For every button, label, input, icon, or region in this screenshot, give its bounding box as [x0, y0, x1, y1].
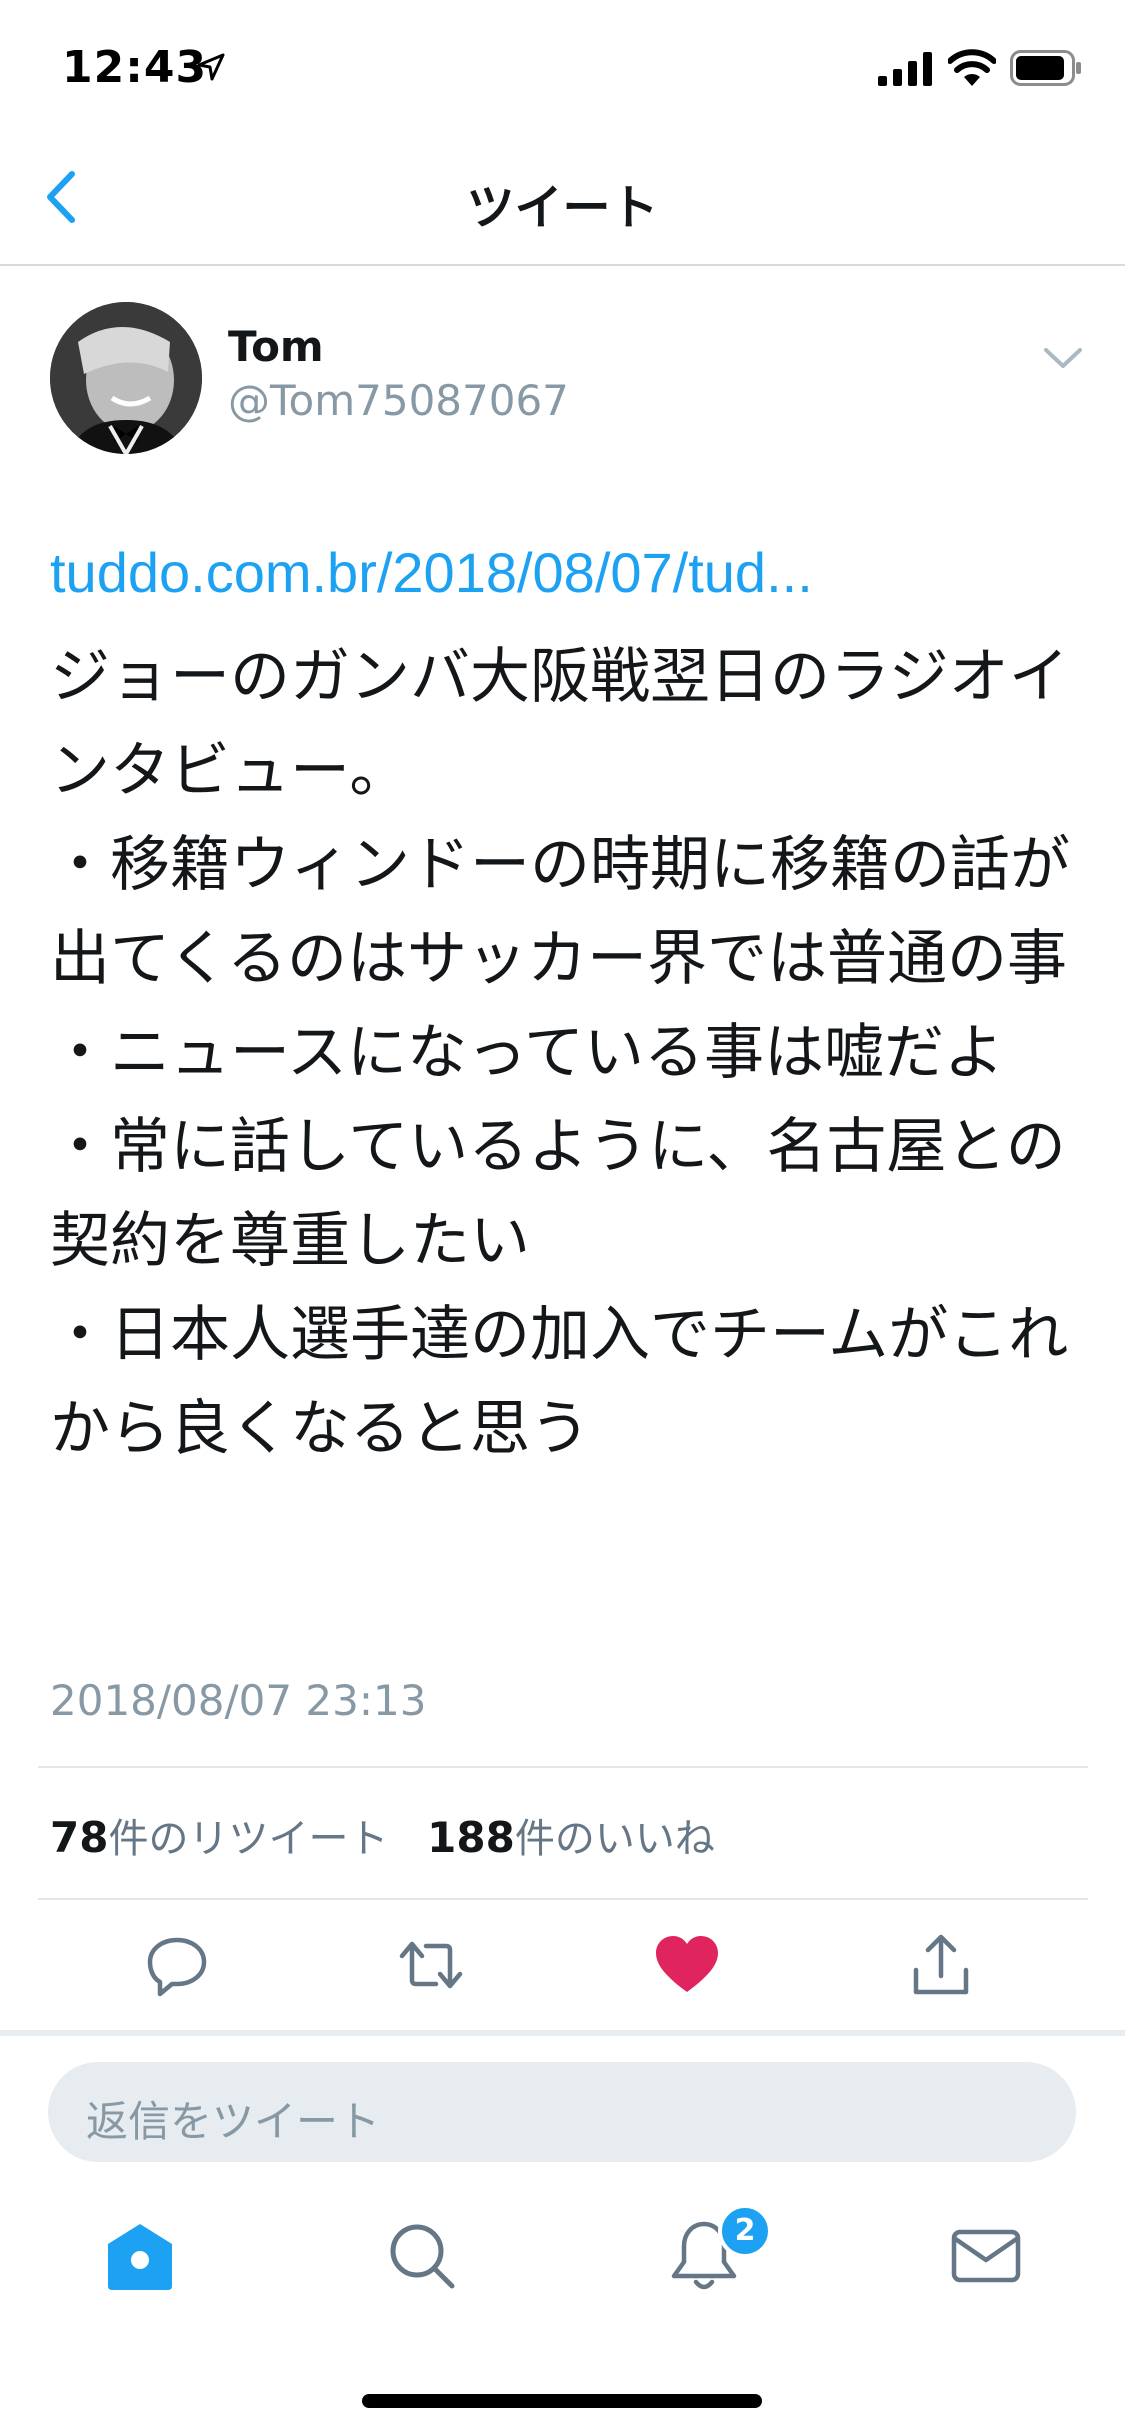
- chevron-down-icon[interactable]: [1040, 340, 1086, 376]
- battery-icon: [1010, 50, 1081, 86]
- author-handle[interactable]: @Tom75087067: [228, 376, 569, 425]
- wifi-icon: [948, 49, 996, 86]
- avatar-photo: [50, 302, 202, 454]
- status-bar: 12:43: [0, 0, 1125, 132]
- search-icon[interactable]: [382, 2216, 462, 2296]
- tweet-link[interactable]: tuddo.com.br/2018/08/07/tud...: [50, 540, 813, 605]
- retweet-count-link[interactable]: 78件のリツイート: [50, 1813, 389, 1862]
- tweet-text: ジョーのガンバ大阪戦翌日のラジオインタビュー。 ・移籍ウィンドーの時期に移籍の話…: [50, 642, 1070, 1464]
- page-title: ツイート: [466, 180, 659, 236]
- tweet-timestamp: 2018/08/07 23:13: [50, 1676, 427, 1725]
- tweet-stats: 78件のリツイート 188件のいいね: [50, 1806, 741, 1864]
- like-count-label: 件のいいね: [514, 1816, 715, 1862]
- tweet-detail-screen: 12:43 ツイート Tom @Tom75087067 tuddo.com.br…: [0, 0, 1125, 2436]
- location-arrow-icon: [197, 53, 225, 81]
- status-time: 12:43: [62, 42, 208, 93]
- divider: [38, 1766, 1088, 1768]
- share-icon[interactable]: [906, 1930, 976, 2000]
- reply-placeholder: 返信をツイート: [86, 2097, 381, 2146]
- divider: [0, 2030, 1125, 2036]
- navigation-bar: ツイート: [0, 132, 1125, 266]
- like-count-link[interactable]: 188件のいいね: [427, 1813, 715, 1862]
- heart-icon[interactable]: [652, 1930, 722, 2000]
- messages-envelope-icon[interactable]: [946, 2216, 1026, 2296]
- reply-icon[interactable]: [142, 1930, 212, 2000]
- cellular-signal-icon: [878, 52, 932, 86]
- notifications-badge: 2: [718, 2204, 772, 2258]
- author-avatar[interactable]: [50, 302, 202, 454]
- home-indicator[interactable]: [362, 2394, 762, 2408]
- retweet-count-label: 件のリツイート: [108, 1816, 389, 1862]
- divider: [38, 1898, 1088, 1900]
- retweet-count: 78: [50, 1813, 109, 1862]
- like-count: 188: [427, 1813, 515, 1862]
- home-icon[interactable]: [100, 2216, 180, 2296]
- author-display-name[interactable]: Tom: [228, 322, 324, 371]
- retweet-icon[interactable]: [396, 1930, 466, 2000]
- reply-input[interactable]: 返信をツイート: [48, 2062, 1076, 2162]
